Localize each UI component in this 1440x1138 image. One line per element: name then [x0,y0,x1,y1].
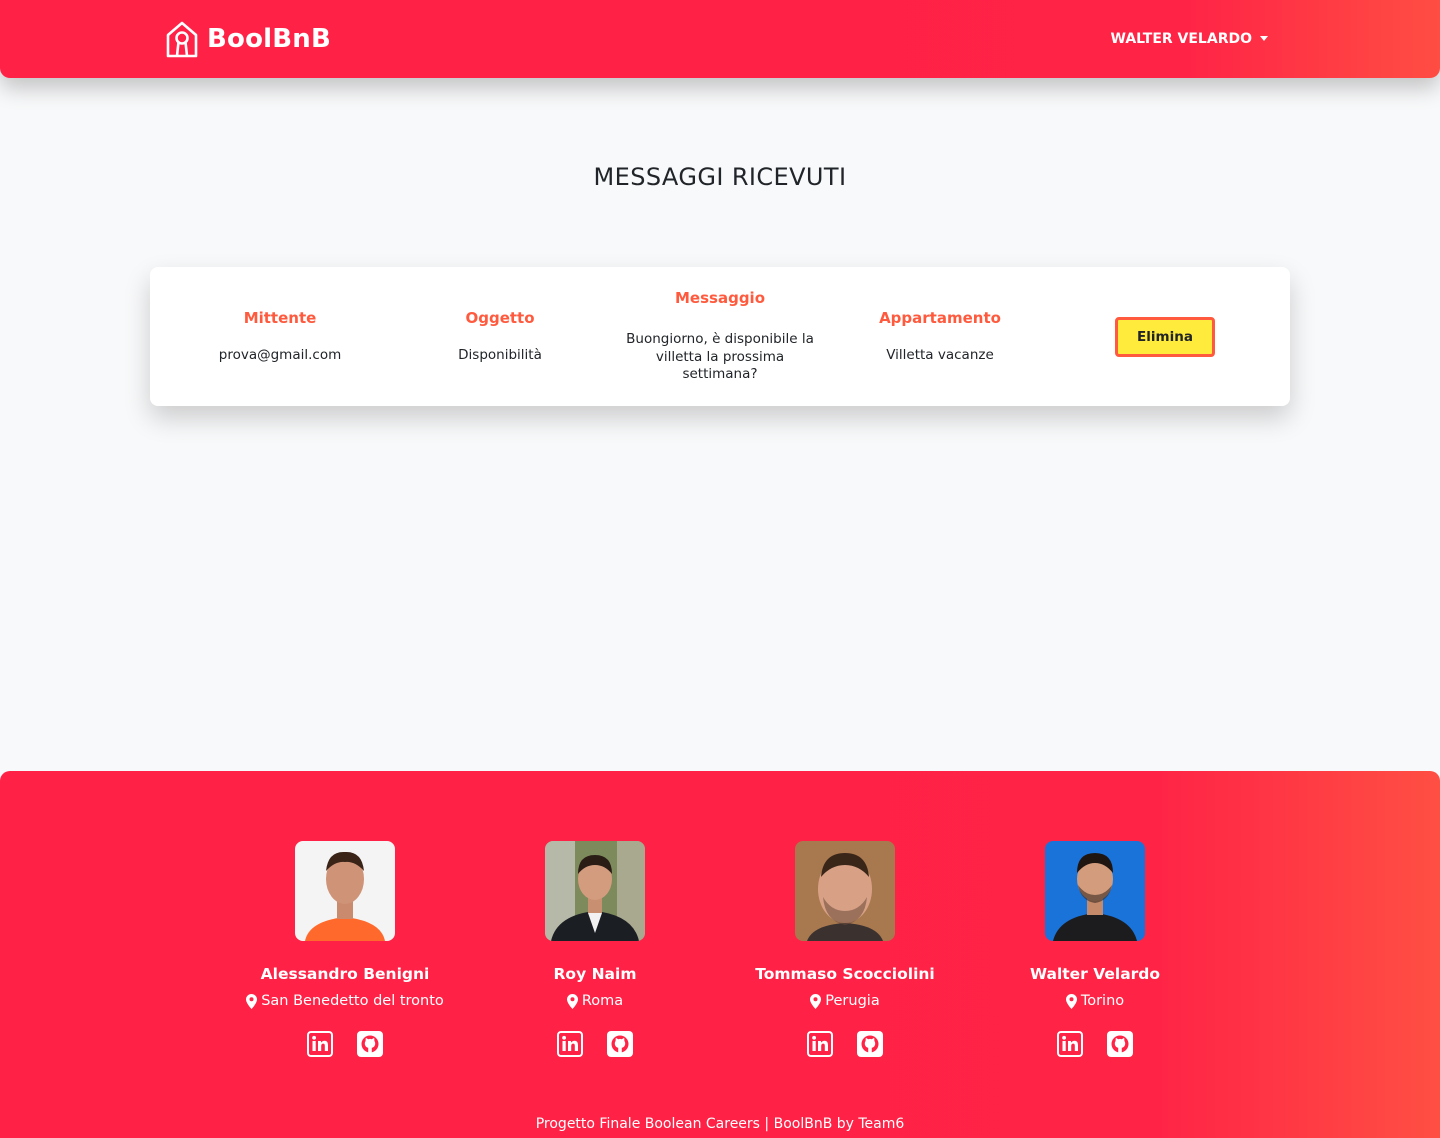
member-city: Roma [581,993,624,1009]
member-photo [795,841,895,941]
member-name: Alessandro Benigni [260,965,430,983]
social-links [557,1031,633,1057]
github-icon[interactable] [1107,1031,1133,1057]
social-links [1057,1031,1133,1057]
house-keyhole-icon [166,21,198,58]
brand-logo-link[interactable]: BoolBnB [165,20,331,58]
message-value: Buongiorno, è disponibile la villetta la… [626,331,814,383]
member-name: Tommaso Scocciolini [755,965,935,983]
user-name: WALTER VELARDO [1110,31,1252,47]
caret-down-icon [1260,35,1268,41]
member-location: Torino [1065,993,1125,1009]
linkedin-icon[interactable] [557,1031,583,1057]
team-member-card: Walter Velardo Torino [970,841,1220,1071]
linkedin-icon[interactable] [307,1031,333,1057]
member-location: Roma [566,993,624,1009]
member-city: San Benedetto del tronto [261,993,444,1009]
user-dropdown[interactable]: WALTER VELARDO [1111,29,1268,49]
map-pin-icon [566,993,578,1009]
team-member-card: Alessandro Benigni San Benedetto del tro… [220,841,470,1071]
map-pin-icon [246,993,258,1009]
message-column: Messaggio Buongiorno, è disponibile la v… [610,267,830,406]
subject-header: Oggetto [465,308,535,327]
linkedin-icon[interactable] [1057,1031,1083,1057]
team-member-card: Tommaso Scocciolini Perugia [720,841,970,1071]
github-icon[interactable] [357,1031,383,1057]
sender-value: prova@gmail.com [218,346,342,363]
member-photo [545,841,645,941]
apartment-value: Villetta vacanze [886,346,994,363]
team-member-card: Roy Naim Roma [470,841,720,1071]
github-icon[interactable] [607,1031,633,1057]
member-city: Torino [1080,993,1125,1009]
delete-button[interactable]: Elimina [1115,317,1215,357]
sender-column: Mittente prova@gmail.com [170,267,390,406]
member-photo [1045,841,1145,941]
brand-name: BoolBnB [207,24,331,54]
map-pin-icon [1065,993,1077,1009]
member-location: Perugia [810,993,880,1009]
apartment-header: Appartamento [879,308,1001,327]
member-name: Walter Velardo [1029,965,1161,983]
member-name: Roy Naim [553,965,637,983]
social-links [807,1031,883,1057]
member-photo [295,841,395,941]
navbar: BoolBnB WALTER VELARDO [0,0,1440,78]
footer-credits: Progetto Finale Boolean Careers | BoolBn… [535,1116,905,1132]
linkedin-icon[interactable] [807,1031,833,1057]
subject-column: Oggetto Disponibilità [390,267,610,406]
map-pin-icon [810,993,822,1009]
footer: Alessandro Benigni San Benedetto del tro… [0,771,1440,1138]
github-icon[interactable] [857,1031,883,1057]
member-location: San Benedetto del tronto [246,993,444,1009]
page-title: MESSAGGI RICEVUTI [593,163,847,191]
apartment-column: Appartamento Villetta vacanze [830,267,1050,406]
sender-header: Mittente [243,308,317,327]
subject-value: Disponibilità [458,346,542,363]
member-city: Perugia [825,993,880,1009]
social-links [307,1031,383,1057]
message-header: Messaggio [675,289,765,308]
message-card: Mittente prova@gmail.com Oggetto Disponi… [150,267,1290,406]
